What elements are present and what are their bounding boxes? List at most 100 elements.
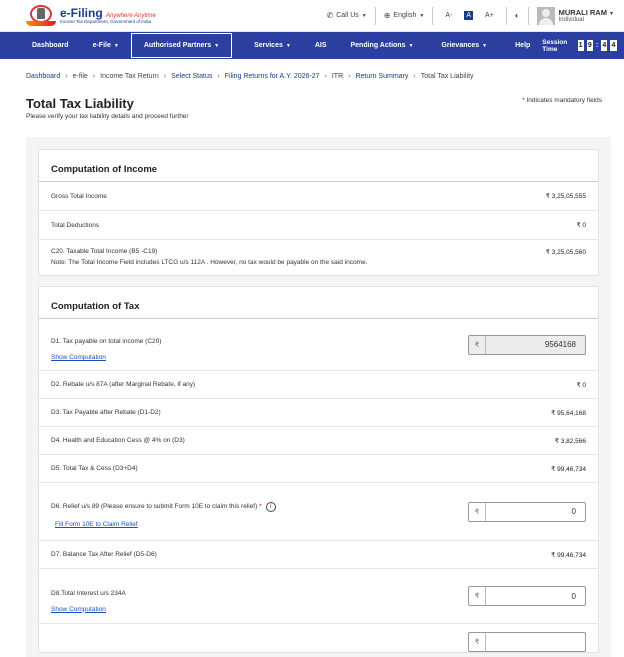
row-label: D5. Total Tax & Cess (D3+D4) xyxy=(51,465,138,472)
chevron-down-icon: ▼ xyxy=(361,12,367,19)
nav-efile[interactable]: e-File ▼ xyxy=(81,32,131,59)
row-label: D6. Relief u/s 89 (Please ensure to subm… xyxy=(51,501,276,512)
page-header: Total Tax Liability Please verify your t… xyxy=(0,93,624,120)
session-timer: Session Time 1 9 : 4 4 xyxy=(542,38,617,53)
top-header: e-Filing Anywhere Anytime Income Tax Dep… xyxy=(0,0,624,32)
font-decrease-button[interactable]: A- xyxy=(441,12,456,19)
show-computation-link[interactable]: Show Computation xyxy=(51,606,126,613)
session-digit: 9 xyxy=(586,40,593,51)
efiling-logo[interactable]: e-Filing Anywhere Anytime Income Tax Dep… xyxy=(26,4,156,27)
logo-title: e-Filing Anywhere Anytime xyxy=(60,5,156,20)
d4-cess-row: D4. Health and Education Cess @ 4% on (D… xyxy=(39,427,598,455)
font-increase-button[interactable]: A+ xyxy=(481,12,498,19)
computation-of-tax-section: Computation of Tax D1. Tax payable on to… xyxy=(38,286,599,653)
breadcrumb: Dashboard › e-file › Income Tax Return ›… xyxy=(0,59,624,93)
chevron-down-icon: ▼ xyxy=(609,11,614,17)
contrast-icon: ◐ xyxy=(514,11,520,20)
gross-total-income-row: Gross Total Income ₹ 3,25,05,555 xyxy=(39,182,598,211)
breadcrumb-select-status[interactable]: Select Status xyxy=(171,73,212,80)
nav-dashboard[interactable]: Dashboard xyxy=(20,32,81,59)
info-icon[interactable]: i xyxy=(265,501,276,512)
breadcrumb-efile: e-file xyxy=(72,72,88,80)
row-value: ₹ 99,46,734 xyxy=(551,551,586,559)
next-row: ₹ xyxy=(39,624,598,652)
page-subtitle: Please verify your tax liability details… xyxy=(26,113,189,120)
chevron-right-icon: › xyxy=(92,72,96,80)
rupee-icon: ₹ xyxy=(469,587,486,605)
phone-icon: ✆ xyxy=(326,11,334,20)
computation-of-income-section: Computation of Income Gross Total Income… xyxy=(38,149,599,276)
nav-pending-actions[interactable]: Pending Actions ▼ xyxy=(339,32,426,59)
nav-authorised-partners[interactable]: Authorised Partners ▼ xyxy=(130,33,233,58)
logo-subtitle: Income Tax Department, Government of Ind… xyxy=(60,18,151,24)
session-digit: 4 xyxy=(610,40,617,51)
chevron-right-icon: › xyxy=(413,72,416,80)
user-menu[interactable]: MURALI RAM ▼ Individual xyxy=(529,6,614,25)
font-normal-button[interactable]: A xyxy=(464,11,474,20)
row-label: D8.Total Interest u/s 234A xyxy=(51,589,126,597)
d1-tax-payable-row: D1. Tax payable on total income (C20) Sh… xyxy=(39,319,598,371)
row-value: ₹ 95,64,168 xyxy=(551,409,586,417)
breadcrumb-current: Total Tax Liability xyxy=(420,72,474,80)
breadcrumb-itr[interactable]: ITR xyxy=(332,73,343,80)
section-title: Computation of Tax xyxy=(39,287,598,319)
nav-grievances[interactable]: Grievances ▼ xyxy=(425,32,499,59)
rupee-icon: ₹ xyxy=(469,633,486,651)
row-value: ₹ 3,25,05,560 xyxy=(545,249,586,256)
d2-rebate-row: D2. Rebate u/s 87A (after Marginal Rebat… xyxy=(39,371,598,399)
contrast-toggle[interactable]: ◐ xyxy=(507,6,529,25)
breadcrumb-dashboard[interactable]: Dashboard xyxy=(26,73,60,80)
chevron-down-icon: ▼ xyxy=(419,12,425,19)
chevron-right-icon: › xyxy=(163,72,167,80)
chevron-right-icon: › xyxy=(217,72,220,80)
chevron-down-icon: ▼ xyxy=(113,42,119,49)
chevron-right-icon: › xyxy=(324,72,327,80)
row-value: ₹ 3,82,566 xyxy=(554,437,586,445)
breadcrumb-filing-returns[interactable]: Filing Returns for A.Y. 2026-27 xyxy=(225,73,320,80)
d7-balance-tax-row: D7. Balance Tax After Relief (D5-D6) ₹ 9… xyxy=(39,541,598,569)
breadcrumb-income-tax-return: Income Tax Return xyxy=(100,72,159,80)
d6-relief-input[interactable]: ₹ 0 xyxy=(468,501,586,522)
row-label: Total Deductions xyxy=(51,221,100,229)
user-name: MURALI RAM xyxy=(558,8,607,17)
section-title: Computation of Income xyxy=(39,150,598,182)
row-label: D3. Tax Payable after Rebate (D1-D2) xyxy=(51,409,161,416)
chevron-down-icon: ▼ xyxy=(408,42,414,49)
nav-services[interactable]: Services ▼ xyxy=(232,32,303,59)
row-label: C20. Taxable Total Income (B5 -C19) xyxy=(51,248,158,255)
d1-tax-payable-input[interactable]: ₹ 9564168 xyxy=(468,334,586,355)
d3-tax-after-rebate-row: D3. Tax Payable after Rebate (D1-D2) ₹ 9… xyxy=(39,399,598,427)
row-value: ₹ 0 xyxy=(576,381,586,389)
row-value: ₹ 0 xyxy=(576,222,586,229)
chevron-down-icon: ▼ xyxy=(214,42,220,49)
row-value: ₹ 3,25,05,555 xyxy=(545,193,586,200)
nav-ais[interactable]: AIS xyxy=(303,32,339,59)
emblem-icon xyxy=(26,4,56,27)
row-label: D4. Health and Education Cess @ 4% on (D… xyxy=(51,437,185,444)
row-label: Gross Total Income xyxy=(51,192,107,200)
rupee-icon: ₹ xyxy=(469,502,486,521)
row-label: D1. Tax payable on total income (C20) xyxy=(51,338,162,345)
breadcrumb-return-summary[interactable]: Return Summary xyxy=(355,73,408,80)
chevron-right-icon: › xyxy=(65,72,68,80)
call-us-button[interactable]: ✆ Call Us ▼ xyxy=(319,6,376,25)
language-select[interactable]: ⊕ English ▼ xyxy=(376,6,434,25)
fill-form-10e-link[interactable]: Fill Form 10E to Claim Relief xyxy=(55,521,276,528)
globe-icon: ⊕ xyxy=(383,11,391,20)
session-digit: 4 xyxy=(601,40,608,51)
d8-interest-input[interactable]: ₹ 0 xyxy=(468,586,586,606)
d5-total-tax-cess-row: D5. Total Tax & Cess (D3+D4) ₹ 99,46,734 xyxy=(39,455,598,483)
d6-relief-row: D6. Relief u/s 89 (Please ensure to subm… xyxy=(39,483,598,541)
row-label: D7. Balance Tax After Relief (D5-D6) xyxy=(51,551,157,558)
show-computation-link[interactable]: Show Computation xyxy=(51,354,161,361)
main-nav: Dashboard e-File ▼ Authorised Partners ▼ S… xyxy=(0,32,624,59)
nav-help[interactable]: Help xyxy=(499,32,542,59)
d8-interest-234a-row: D8.Total Interest u/s 234A Show Computat… xyxy=(39,569,598,624)
taxable-income-note: Note: The Total Income Field includes LT… xyxy=(51,259,368,266)
next-input[interactable]: ₹ xyxy=(468,632,586,652)
page-title: Total Tax Liability xyxy=(26,96,134,111)
total-deductions-row: Total Deductions ₹ 0 xyxy=(39,211,598,240)
row-value: ₹ 99,46,734 xyxy=(551,465,586,473)
avatar xyxy=(536,6,555,25)
rupee-icon: ₹ xyxy=(469,335,486,354)
